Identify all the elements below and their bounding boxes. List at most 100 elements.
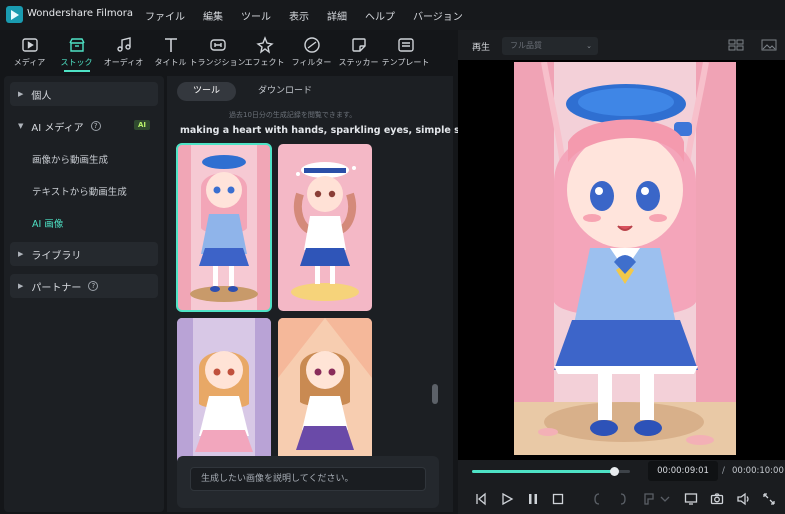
filter-icon (303, 37, 320, 53)
progress-track[interactable] (472, 467, 630, 476)
caret-right-icon: ▶ (18, 250, 24, 258)
progress-handle[interactable] (610, 467, 620, 476)
player-header: 再生 フル品質 ⌄ (458, 30, 785, 60)
filmora-logo-icon (6, 6, 23, 23)
fullscreen-button[interactable] (762, 492, 776, 506)
mark-in-icon (594, 493, 600, 505)
previous-frame-button[interactable] (474, 492, 488, 506)
caret-down-icon: ▼ (18, 122, 24, 130)
history-notice: 過去10日分の生成記録を閲覧できます。 (229, 111, 357, 119)
current-time: 00:00:09:01 (648, 461, 718, 481)
tool-transition-label: トランジション (189, 58, 246, 67)
mark-in-button[interactable] (590, 492, 604, 506)
prompt-input[interactable]: 生成したい画像を説明してください。 (190, 467, 426, 491)
generated-image-2[interactable] (278, 144, 372, 311)
panel-scrollbar[interactable] (432, 384, 438, 404)
caret-right-icon: ▶ (18, 282, 24, 290)
chevron-down-icon (660, 496, 670, 502)
help-icon[interactable]: ? (90, 121, 101, 131)
tool-media-label: メディア (13, 58, 46, 67)
menu-advanced[interactable]: 詳細 (327, 8, 347, 23)
skip-back-icon (476, 492, 486, 506)
snapshot-image-icon[interactable] (761, 39, 777, 51)
stock-icon (68, 38, 85, 52)
marker-dropdown[interactable] (658, 492, 670, 506)
player-panel: 再生 フル品質 ⌄ 00:00:09:01 / 00:00:10:00 (458, 30, 785, 514)
help-icon[interactable]: ? (88, 281, 99, 291)
anime-girl-image (278, 144, 372, 311)
tool-media[interactable]: メディア (6, 30, 53, 72)
stop-icon (552, 493, 564, 505)
pause-icon (529, 494, 537, 504)
media-toolbar: メディア ストック オーディオ タイトル トランジション エフェクト フィルター… (0, 30, 455, 72)
mark-out-icon (620, 493, 626, 505)
nav-ai-media[interactable]: ▼ AI メディア ? AI (10, 114, 158, 138)
tool-template-label: テンプレート (381, 58, 430, 67)
tool-audio[interactable]: オーディオ (100, 30, 147, 72)
generated-image-1[interactable] (176, 143, 272, 312)
panel-tabs: ツール ダウンロード (177, 82, 328, 102)
stop-button[interactable] (551, 492, 565, 506)
play-icon (502, 492, 514, 506)
tool-sticker[interactable]: ステッカー (335, 30, 382, 72)
nav-image-to-video[interactable]: 画像から動画生成 (32, 152, 108, 166)
marker-button[interactable] (642, 492, 656, 506)
sticker-icon (351, 38, 366, 52)
tool-sticker-label: ステッカー (338, 58, 379, 67)
nav-library[interactable]: ▶ ライブラリ (10, 242, 158, 266)
monitor-icon (684, 493, 698, 505)
menu-view[interactable]: 表示 (289, 8, 309, 23)
grid-view-icon[interactable] (728, 39, 744, 51)
prompt-text: making a heart with hands, sparkling eye… (180, 125, 482, 136)
anime-girl-image (177, 144, 271, 311)
effect-icon (255, 36, 274, 54)
menu-version[interactable]: バージョン (413, 8, 463, 23)
display-button[interactable] (684, 492, 698, 506)
menu-help[interactable]: ヘルプ (365, 8, 395, 23)
tab-download[interactable]: ダウンロード (242, 82, 328, 101)
tool-effect[interactable]: エフェクト (241, 30, 288, 72)
nav-partner-label: パートナー (31, 282, 82, 294)
menu-edit[interactable]: 編集 (203, 8, 223, 23)
preview-anime-girl-image (514, 62, 736, 455)
menu-bar: ファイル 編集 ツール 表示 詳細 ヘルプ バージョン (145, 8, 463, 23)
tool-stock[interactable]: ストック (53, 30, 100, 72)
mark-out-button[interactable] (616, 492, 630, 506)
nav-ai-image[interactable]: AI 画像 (32, 216, 63, 230)
menu-tools[interactable]: ツール (241, 8, 271, 23)
preview-canvas[interactable] (458, 60, 785, 490)
camera-icon (710, 493, 724, 505)
snapshot-button[interactable] (710, 492, 724, 506)
ai-badge: AI (133, 120, 150, 130)
tab-tools[interactable]: ツール (177, 82, 237, 101)
tool-filter[interactable]: フィルター (288, 30, 335, 72)
pause-button[interactable] (526, 492, 540, 506)
nav-partner[interactable]: ▶ パートナー ? (10, 274, 158, 298)
tool-effect-label: エフェクト (244, 58, 285, 67)
expand-icon (763, 493, 775, 505)
media-icon (21, 38, 38, 52)
tool-title-label: タイトル (154, 58, 187, 67)
template-icon (397, 38, 414, 52)
quality-dropdown[interactable]: フル品質 ⌄ (502, 37, 598, 55)
time-separator: / (722, 466, 725, 476)
tool-transition[interactable]: トランジション (190, 30, 246, 72)
prompt-input-area: 生成したい画像を説明してください。 (177, 456, 439, 508)
play-button[interactable] (500, 492, 514, 506)
total-time: 00:00:10:00 (732, 466, 784, 476)
audio-icon (116, 37, 131, 52)
volume-icon (737, 492, 749, 506)
playback-controls: 00:00:09:01 / 00:00:10:00 (458, 460, 785, 514)
tool-audio-label: オーディオ (103, 58, 144, 67)
player-label: 再生 (472, 43, 491, 53)
nav-personal[interactable]: ▶ 個人 (10, 82, 158, 106)
menu-file[interactable]: ファイル (145, 8, 185, 23)
title-icon (164, 38, 177, 52)
title-bar: Wondershare Filmora ファイル 編集 ツール 表示 詳細 ヘル… (0, 0, 785, 30)
nav-personal-label: 個人 (31, 90, 52, 102)
quality-value: フル品質 (510, 41, 542, 50)
nav-text-to-video[interactable]: テキストから動画生成 (32, 184, 127, 198)
tool-title[interactable]: タイトル (147, 30, 194, 72)
tool-template[interactable]: テンプレート (382, 30, 429, 72)
volume-button[interactable] (736, 492, 750, 506)
